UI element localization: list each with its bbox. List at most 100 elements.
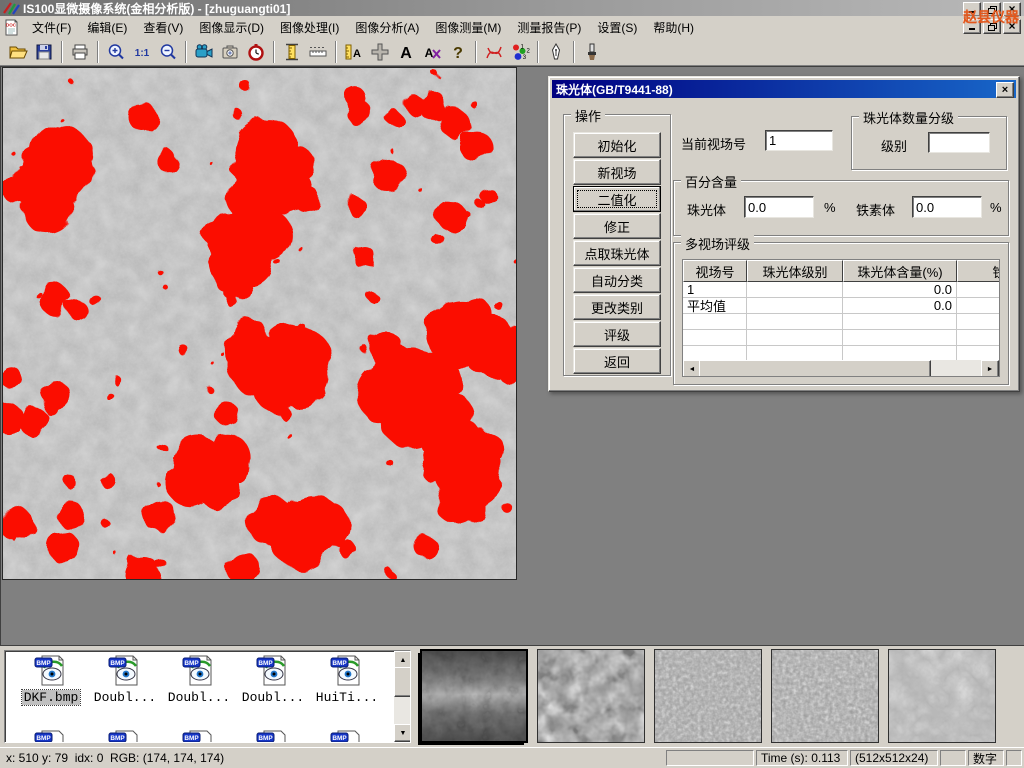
file-item[interactable]: BMP Doubl... xyxy=(89,654,161,705)
child-close-button[interactable]: × xyxy=(1003,19,1021,34)
open-button[interactable] xyxy=(5,40,31,64)
pearlite-percent-input[interactable] xyxy=(744,196,814,218)
child-restore-button[interactable] xyxy=(983,19,1001,34)
move-button[interactable] xyxy=(367,40,393,64)
vertical-ruler-icon xyxy=(282,42,302,62)
close-icon: × xyxy=(1002,84,1008,96)
file-item[interactable]: BMP Doubl... xyxy=(237,654,309,705)
thumbnail-5[interactable] xyxy=(888,649,996,743)
scrollbar-thumb[interactable] xyxy=(394,667,411,697)
measure-label-button[interactable]: A xyxy=(341,40,367,64)
bmp-file-icon: BMP xyxy=(34,654,68,687)
toolbar: 1:1 A A A ? 123 xyxy=(0,38,1024,66)
file-item-partial[interactable]: BMP xyxy=(237,729,309,743)
thumbnail-2[interactable] xyxy=(537,649,645,743)
menu-help[interactable]: 帮助(H) xyxy=(645,16,702,39)
thumbnail-1[interactable] xyxy=(420,649,528,743)
col-ferrite: 铁素体 xyxy=(957,260,1000,282)
menu-view[interactable]: 查看(V) xyxy=(135,16,191,39)
timer-button[interactable] xyxy=(243,40,269,64)
new-field-button[interactable]: 新视场 xyxy=(573,159,661,185)
restore-icon xyxy=(988,23,997,31)
file-item-partial[interactable]: BMP xyxy=(89,729,161,743)
current-field-input[interactable] xyxy=(765,130,833,151)
menu-image-display[interactable]: 图像显示(D) xyxy=(191,16,272,39)
menu-image-processing[interactable]: 图像处理(I) xyxy=(272,16,347,39)
dialog-title-bar[interactable]: 珠光体(GB/T9441-88) × xyxy=(552,80,1016,98)
col-field: 视场号 xyxy=(683,260,747,282)
rate-button[interactable]: 评级 xyxy=(573,321,661,347)
svg-text:BMP: BMP xyxy=(110,660,125,667)
menu-image-analysis[interactable]: 图像分析(A) xyxy=(347,16,427,39)
cell-pearlite: 0.0 xyxy=(843,298,957,314)
add-text-button[interactable]: A xyxy=(393,40,419,64)
text-icon: A xyxy=(396,42,416,62)
menu-report[interactable]: 测量报告(P) xyxy=(509,16,589,39)
move-cross-icon xyxy=(370,42,390,62)
init-button[interactable]: 初始化 xyxy=(573,132,661,158)
delete-text-button[interactable]: A xyxy=(419,40,445,64)
window-title: IS100显微摄像系统(金相分析版) - [zhuguangti01] xyxy=(23,0,290,17)
ferrite-percent-input[interactable] xyxy=(912,196,982,218)
numbered-points-icon: 123 xyxy=(510,42,530,62)
file-item[interactable]: BMP HuiTi... xyxy=(311,654,383,705)
zoom-in-button[interactable] xyxy=(103,40,129,64)
minimize-button[interactable] xyxy=(963,2,981,17)
zoom-out-button[interactable] xyxy=(155,40,181,64)
scrollbar-thumb[interactable] xyxy=(699,360,931,377)
child-minimize-button[interactable] xyxy=(963,19,981,34)
open-folder-icon xyxy=(8,42,28,62)
dialog-close-button[interactable]: × xyxy=(996,82,1014,98)
snapshot-button[interactable] xyxy=(217,40,243,64)
file-item-partial[interactable]: BMP xyxy=(163,729,235,743)
thumbnail-4[interactable] xyxy=(771,649,879,743)
help-button[interactable]: ? xyxy=(445,40,471,64)
correct-button[interactable]: 修正 xyxy=(573,213,661,239)
rating-table[interactable]: 视场号 珠光体级别 珠光体含量(%) 铁素体 1 0.0 平均值 xyxy=(682,259,1000,377)
scroll-down-button[interactable]: ▼ xyxy=(394,724,411,742)
line-measure-button[interactable] xyxy=(305,40,331,64)
change-class-button[interactable]: 更改类别 xyxy=(573,294,661,320)
actual-size-button[interactable]: 1:1 xyxy=(129,40,155,64)
return-button[interactable]: 返回 xyxy=(573,348,661,374)
caliper-measure-button[interactable] xyxy=(279,40,305,64)
video-capture-button[interactable] xyxy=(191,40,217,64)
auto-classify-button[interactable]: 自动分类 xyxy=(573,267,661,293)
menu-file[interactable]: 文件(F) xyxy=(24,16,79,39)
menu-edit[interactable]: 编辑(E) xyxy=(79,16,135,39)
cell-pearlite: 0.0 xyxy=(843,282,957,298)
pearlite-label: 珠光体 xyxy=(687,200,726,219)
file-list[interactable]: BMP DKF.bmp BMP Doubl... xyxy=(4,650,411,743)
binarized-pearlite-overlay xyxy=(3,68,516,579)
table-horizontal-scrollbar[interactable]: ◄ ► xyxy=(683,360,999,376)
close-icon: × xyxy=(1008,21,1015,32)
svg-text:BMP: BMP xyxy=(36,660,51,667)
count-points-button[interactable]: 123 xyxy=(507,40,533,64)
grade-input[interactable] xyxy=(928,132,990,153)
scroll-right-button[interactable]: ► xyxy=(981,360,999,377)
metallograph-image[interactable] xyxy=(2,67,517,580)
thumbnail-3[interactable] xyxy=(654,649,762,743)
binarize-button[interactable]: 二值化 xyxy=(573,186,661,212)
print-button[interactable] xyxy=(67,40,93,64)
file-list-scrollbar[interactable]: ▲ ▼ xyxy=(394,651,410,742)
file-item-partial[interactable]: BMP xyxy=(15,729,87,743)
file-item[interactable]: BMP Doubl... xyxy=(163,654,235,705)
pen-tool-button[interactable] xyxy=(543,40,569,64)
menu-image-measure[interactable]: 图像测量(M) xyxy=(427,16,509,39)
restore-button[interactable] xyxy=(983,2,1001,17)
menu-settings[interactable]: 设置(S) xyxy=(589,16,645,39)
bmp-file-icon: BMP xyxy=(256,729,290,743)
title-bar: IS100显微摄像系统(金相分析版) - [zhuguangti01] × xyxy=(0,0,1024,16)
curve-tool-button[interactable] xyxy=(481,40,507,64)
pick-pearlite-button[interactable]: 点取珠光体 xyxy=(573,240,661,266)
status-pane-empty xyxy=(1006,750,1022,766)
file-item[interactable]: BMP DKF.bmp xyxy=(15,654,87,705)
save-button[interactable] xyxy=(31,40,57,64)
grade-group-label: 珠光体数量分级 xyxy=(859,108,958,127)
app-logo-icon xyxy=(2,1,20,15)
toolbar-separator xyxy=(573,41,575,63)
brush-tool-button[interactable] xyxy=(579,40,605,64)
file-item-partial[interactable]: BMP xyxy=(311,729,383,743)
close-button[interactable]: × xyxy=(1003,2,1021,17)
